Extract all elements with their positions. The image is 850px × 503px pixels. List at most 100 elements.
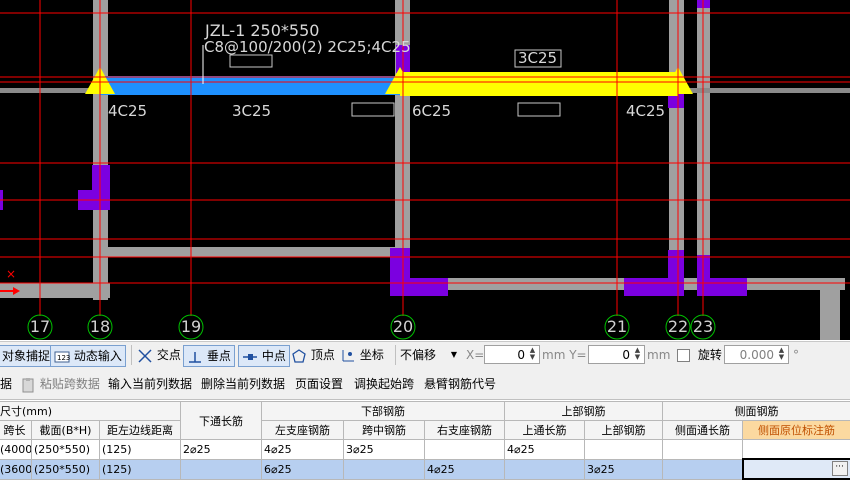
cad-viewport[interactable]: × JZL-1 250*550 C8@100/200(2) 2C25;4C25 … (0, 0, 850, 340)
column-header[interactable]: 左支座钢筋 (261, 420, 345, 440)
table-cell[interactable]: 4⌀25 (261, 439, 345, 460)
rotate-value: 0.000 (739, 348, 774, 362)
bottom-label: 3C25 (232, 102, 272, 120)
midpoint-icon (242, 349, 258, 365)
drawing-canvas[interactable]: × (0, 0, 850, 340)
column-header[interactable]: 跨长 (0, 420, 32, 440)
beam-label-rebar: C8@100/200(2) 2C25;4C25 (204, 38, 411, 56)
bottom-label: 4C25 (108, 102, 148, 120)
bottom-label: 6C25 (412, 102, 452, 120)
table-cell[interactable]: 6⌀25 (261, 458, 345, 480)
beam-span-1[interactable] (100, 76, 400, 95)
intersection-icon (137, 348, 153, 364)
delete-column-button[interactable]: 删除当前列数据 (201, 376, 285, 392)
wall-vertical (669, 0, 684, 290)
column-header-active[interactable]: 侧面原位标注筋 (742, 420, 850, 440)
input-column-button[interactable]: 输入当前列数据 (108, 376, 192, 392)
beam-span-2[interactable] (400, 72, 678, 96)
axis-lines (0, 0, 850, 316)
page-setup-button[interactable]: 页面设置 (295, 376, 343, 392)
active-cell[interactable]: ··· (741, 458, 850, 480)
table-cell[interactable]: (4000) (0, 439, 32, 460)
column-header[interactable]: 截面(B*H) (31, 420, 100, 440)
span-data-grid[interactable]: 尺寸(mm) 下通长筋 下部钢筋 上部钢筋 侧面钢筋 跨长 截面(B*H) 距左… (0, 400, 850, 503)
table-cell[interactable]: 4⌀25 (504, 439, 586, 460)
svg-text:×: × (6, 267, 16, 281)
axis-number: 21 (606, 317, 628, 336)
y-spinner[interactable]: ▲ ▼ (632, 347, 643, 362)
coordinate-label: 坐标 (359, 348, 384, 362)
y-label: mm Y= (542, 348, 587, 362)
rotate-checkbox[interactable] (677, 349, 690, 362)
table-cell[interactable] (584, 439, 664, 460)
table-cell[interactable] (742, 439, 850, 460)
perpendicular-snap[interactable]: 垂点 (183, 345, 235, 367)
table-cell[interactable] (504, 458, 586, 480)
table-cell[interactable]: (125) (98, 439, 182, 460)
table-cell[interactable] (343, 458, 426, 480)
column-header[interactable]: 侧面通长筋 (662, 420, 744, 440)
perpendicular-icon (187, 349, 203, 365)
paste-span-button[interactable]: 粘贴跨数据 (20, 376, 100, 393)
table-toolbar: 据 粘贴跨数据 输入当前列数据 删除当前列数据 页面设置 调换起始跨 悬臂钢筋代… (0, 369, 850, 400)
table-cell[interactable] (662, 439, 744, 460)
y-value: 0 (622, 348, 630, 362)
chevron-down-icon: ▼ (450, 350, 457, 359)
table-cell[interactable]: 3⌀25 (343, 439, 426, 460)
axis-number: 17 (29, 317, 51, 336)
paste-icon (20, 377, 36, 393)
wall-vertical (820, 290, 840, 340)
axis-number: 18 (89, 317, 111, 336)
header-bottom-through: 下通长筋 (180, 401, 263, 440)
table-cell[interactable]: 3⌀25 (584, 458, 664, 480)
pentagon-icon (291, 348, 307, 364)
dynamic-input-button[interactable]: 123 动态输入 (50, 345, 126, 367)
rotate-input[interactable]: 0.000 ▲ ▼ (724, 345, 789, 364)
column-header[interactable]: 跨中钢筋 (343, 420, 426, 440)
table-cell[interactable] (424, 439, 506, 460)
data-menu[interactable]: 据 (0, 376, 12, 392)
table-row[interactable]: (4000) (250*550) (125) 2⌀25 4⌀25 3⌀25 4⌀… (0, 439, 850, 460)
column-header[interactable]: 上部钢筋 (584, 420, 664, 440)
table-cell[interactable] (180, 458, 263, 480)
cantilever-code-button[interactable]: 悬臂钢筋代号 (424, 376, 496, 392)
rotate-toggle[interactable]: 旋转 (677, 345, 722, 365)
beam-label-name: JZL-1 250*550 (205, 21, 320, 40)
mm-label: mm (647, 348, 671, 362)
ellipsis-button[interactable]: ··· (831, 461, 848, 476)
axis-number: 20 (392, 317, 414, 336)
adjust-start-span-button[interactable]: 调换起始跨 (354, 376, 414, 392)
table-cell[interactable]: (3600) (0, 458, 32, 480)
column-header[interactable]: 上通长筋 (504, 420, 586, 440)
perpendicular-label: 垂点 (206, 349, 231, 363)
midpoint-snap[interactable]: 中点 (238, 345, 290, 367)
x-input[interactable]: 0 ▲ ▼ (484, 345, 540, 364)
table-cell[interactable]: (250*550) (31, 458, 100, 480)
span-top-label: 3C25 (518, 49, 558, 67)
table-cell[interactable] (662, 458, 744, 480)
y-input[interactable]: 0 ▲ ▼ (588, 345, 645, 364)
intersection-label: 交点 (156, 348, 181, 362)
rotate-spinner[interactable]: ▲ ▼ (776, 347, 787, 362)
degree-label: ° (793, 348, 799, 362)
table-cell[interactable]: 2⌀25 (180, 439, 263, 460)
table-cell[interactable]: (250*550) (31, 439, 100, 460)
axis-number: 19 (180, 317, 202, 336)
offset-dropdown[interactable]: 不偏移 ▼ (400, 345, 460, 365)
vertex-snap[interactable]: 顶点 (291, 345, 335, 365)
column-header[interactable]: 右支座钢筋 (424, 420, 506, 440)
paste-span-label: 粘贴跨数据 (39, 377, 100, 391)
table-cell[interactable]: (125) (98, 458, 182, 480)
coordinate-icon (340, 348, 356, 364)
intersection-snap[interactable]: 交点 (137, 345, 181, 365)
axis-number: 23 (692, 317, 714, 336)
offset-mode-value: 不偏移 (400, 348, 437, 362)
table-row-selected[interactable]: (3600) (250*550) (125) 6⌀25 4⌀25 3⌀25 ··… (0, 458, 850, 480)
column-header[interactable]: 距左边线距离 (98, 420, 182, 440)
bottom-label: 4C25 (626, 102, 666, 120)
header-upper-group: 上部钢筋 (504, 401, 664, 421)
x-spinner[interactable]: ▲ ▼ (527, 347, 538, 362)
object-snap-button[interactable]: 对象捕捉 (0, 345, 55, 367)
coordinate-snap[interactable]: 坐标 (340, 345, 384, 365)
table-cell[interactable]: 4⌀25 (424, 458, 506, 480)
